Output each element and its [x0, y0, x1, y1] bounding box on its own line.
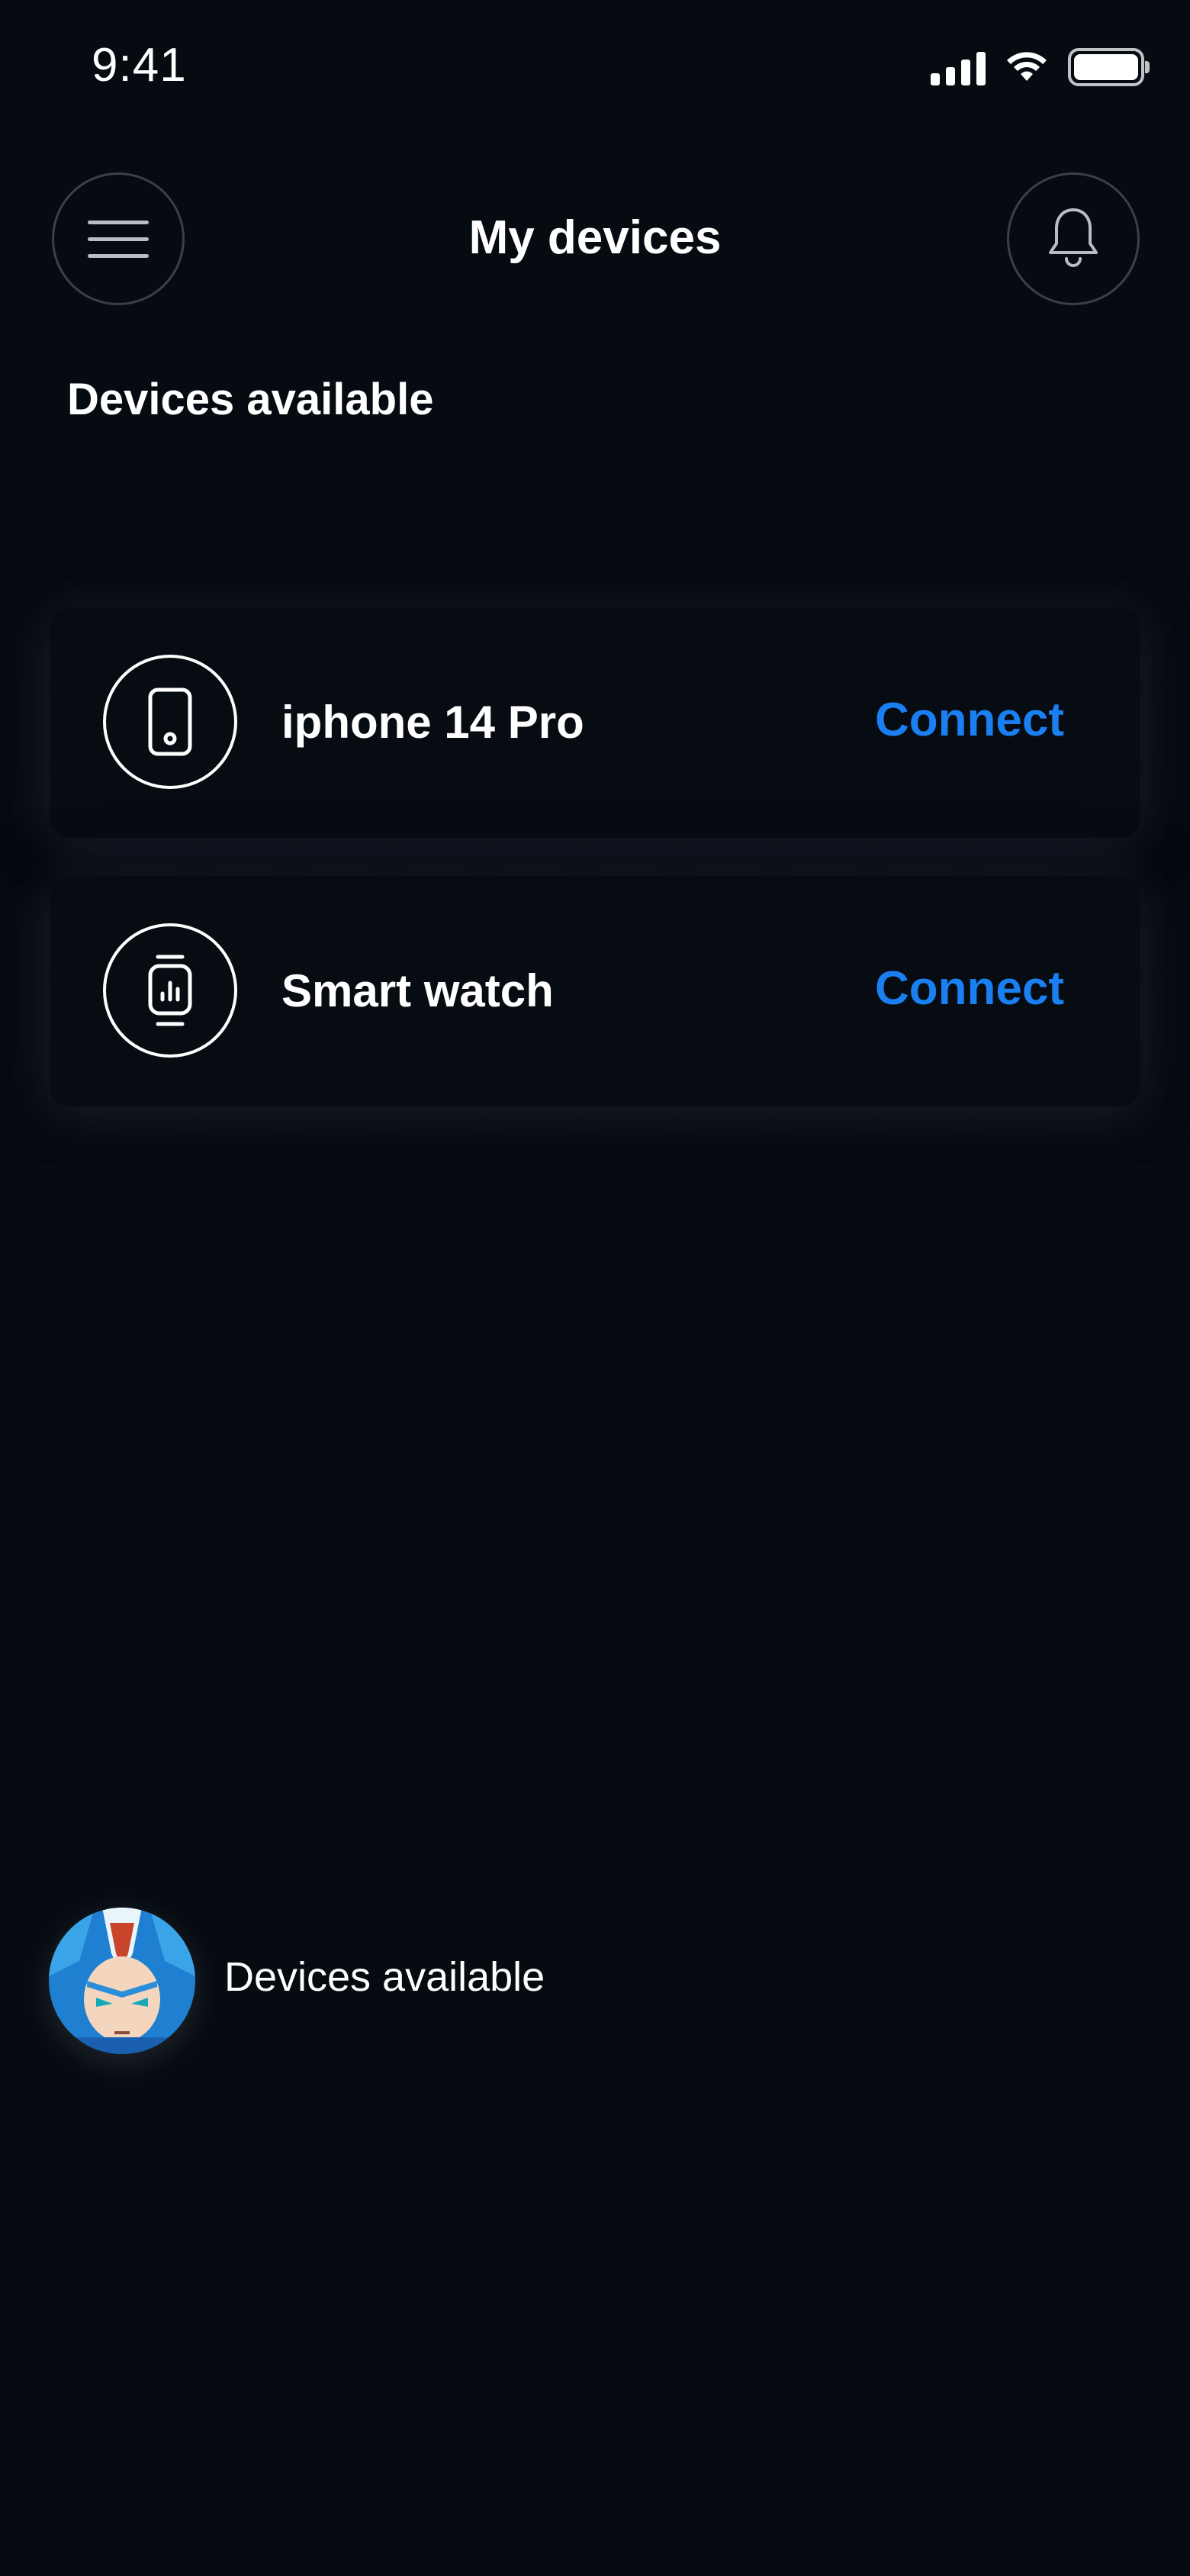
device-card: Smart watch Connect — [50, 876, 1140, 1106]
wifi-icon — [1004, 47, 1050, 86]
status-icons — [931, 47, 1150, 86]
signal-icon — [931, 49, 986, 85]
connect-button[interactable]: Connect — [875, 961, 1064, 1016]
user-avatar[interactable] — [49, 1908, 195, 2054]
battery-icon — [1068, 47, 1150, 86]
devices-screen: 9:41 My devices Devices available iphone… — [0, 0, 1190, 2576]
device-name: Smart watch — [281, 965, 554, 1016]
device-name: iphone 14 Pro — [281, 697, 584, 748]
device-card: iphone 14 Pro Connect — [50, 607, 1140, 838]
notification-button[interactable] — [1007, 172, 1140, 305]
smartwatch-icon — [103, 923, 237, 1058]
bell-icon — [1047, 205, 1100, 273]
connect-button[interactable]: Connect — [875, 693, 1064, 747]
footer-label: Devices available — [224, 1954, 545, 2000]
section-title: Devices available — [67, 375, 434, 424]
phone-icon — [103, 655, 237, 789]
status-time: 9:41 — [92, 39, 187, 92]
